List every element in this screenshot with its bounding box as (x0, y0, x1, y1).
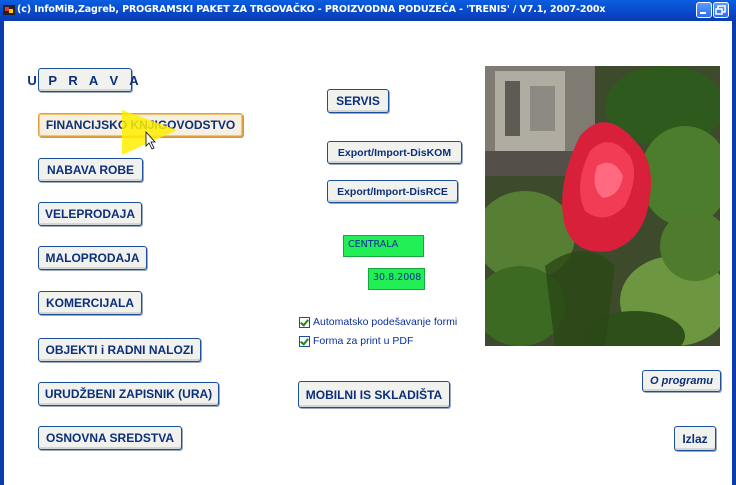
location-field: CENTRALA (343, 235, 424, 257)
date-field: 30.8.2008 (368, 268, 425, 290)
checkbox-checked-icon (299, 316, 310, 328)
restore-button[interactable] (713, 2, 729, 18)
window-frame-left (0, 21, 4, 485)
checkbox-checked-icon (299, 335, 310, 347)
o-programu-button[interactable]: O programu (642, 370, 721, 392)
restore-icon (715, 5, 726, 15)
hibiscus-image (485, 66, 720, 346)
export-import-disrce-button[interactable]: Export/Import-DisRCE (327, 180, 458, 203)
osnovna-sredstva-button[interactable]: OSNOVNA SREDSTVA (38, 426, 182, 450)
uprava-button[interactable]: U P R A V A (27, 68, 139, 92)
auto-forms-label: Automatsko podešavanje formi (313, 316, 458, 328)
izlaz-button[interactable]: Izlaz (674, 426, 716, 451)
veleprodaja-button[interactable]: VELEPRODAJA (38, 202, 142, 226)
minimize-button[interactable] (696, 2, 712, 18)
komercijala-button[interactable]: KOMERCIJALA (38, 291, 142, 315)
minimize-icon (700, 12, 706, 14)
app-icon (3, 5, 15, 15)
window-title: (c) InfoMiB,Zagreb, PROGRAMSKI PAKET ZA … (17, 4, 606, 15)
print-pdf-label: Forma za print u PDF (313, 335, 414, 347)
objekti-radni-nalozi-button[interactable]: OBJEKTI i RADNI NALOZI (38, 338, 201, 362)
window-frame-right (732, 21, 736, 485)
flower-photo (485, 66, 720, 346)
auto-forms-checkbox[interactable]: Automatsko podešavanje formi (299, 316, 457, 328)
title-bar: (c) InfoMiB,Zagreb, PROGRAMSKI PAKET ZA … (0, 0, 736, 21)
export-import-diskom-button[interactable]: Export/Import-DisKOM (327, 141, 462, 164)
mobilni-is-skladista-button[interactable]: MOBILNI IS SKLADIŠTA (298, 381, 450, 408)
maloprodaja-button[interactable]: MALOPRODAJA (38, 246, 147, 270)
cursor-pointer-icon (122, 110, 177, 155)
print-pdf-checkbox[interactable]: Forma za print u PDF (299, 335, 413, 347)
urudzbeni-zapisnik-button[interactable]: URUDŽBENI ZAPISNIK (URA) (38, 382, 219, 406)
servis-button[interactable]: SERVIS (327, 89, 389, 113)
